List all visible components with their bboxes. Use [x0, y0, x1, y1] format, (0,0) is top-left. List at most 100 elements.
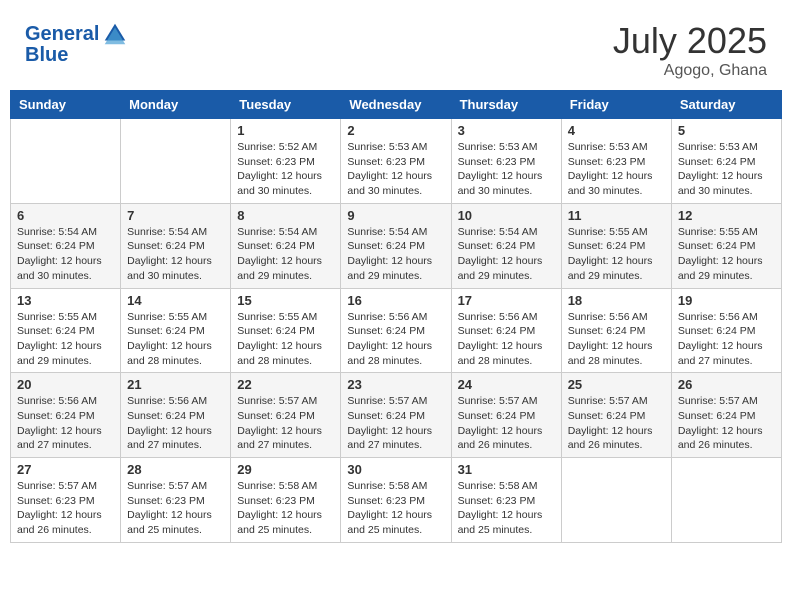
day-number: 28	[127, 462, 224, 477]
day-number: 22	[237, 377, 334, 392]
column-header-friday: Friday	[561, 91, 671, 119]
calendar-cell: 9 Sunrise: 5:54 AM Sunset: 6:24 PM Daylig…	[341, 203, 451, 288]
calendar-cell: 29 Sunrise: 5:58 AM Sunset: 6:23 PM Dayli…	[231, 458, 341, 543]
calendar-cell: 14Sunrise: 5:55 AM Sunset: 6:24 PM Dayli…	[121, 288, 231, 373]
day-number: 19	[678, 293, 775, 308]
day-info: Sunrise: 5:58 AM Sunset: 6:23 PM Dayligh…	[347, 479, 444, 538]
day-number: 10	[458, 208, 555, 223]
calendar-header-row: SundayMondayTuesdayWednesdayThursdayFrid…	[11, 91, 782, 119]
day-info: Sunrise: 5:56 AM Sunset: 6:24 PM Dayligh…	[458, 310, 555, 369]
day-info: Sunrise: 5:53 AM Sunset: 6:23 PM Dayligh…	[568, 140, 665, 199]
calendar-cell: 5 Sunrise: 5:53 AM Sunset: 6:24 PM Daylig…	[671, 119, 781, 204]
day-number: 26	[678, 377, 775, 392]
day-number: 24	[458, 377, 555, 392]
day-info: Sunrise: 5:56 AM Sunset: 6:24 PM Dayligh…	[127, 394, 224, 453]
day-info: Sunrise: 5:57 AM Sunset: 6:24 PM Dayligh…	[458, 394, 555, 453]
column-header-wednesday: Wednesday	[341, 91, 451, 119]
day-info: Sunrise: 5:54 AM Sunset: 6:24 PM Dayligh…	[17, 225, 114, 284]
calendar-cell: 1 Sunrise: 5:52 AM Sunset: 6:23 PM Daylig…	[231, 119, 341, 204]
day-info: Sunrise: 5:56 AM Sunset: 6:24 PM Dayligh…	[568, 310, 665, 369]
column-header-thursday: Thursday	[451, 91, 561, 119]
day-info: Sunrise: 5:55 AM Sunset: 6:24 PM Dayligh…	[237, 310, 334, 369]
day-info: Sunrise: 5:55 AM Sunset: 6:24 PM Dayligh…	[17, 310, 114, 369]
day-info: Sunrise: 5:54 AM Sunset: 6:24 PM Dayligh…	[458, 225, 555, 284]
calendar-cell: 11 Sunrise: 5:55 AM Sunset: 6:24 PM Dayli…	[561, 203, 671, 288]
day-number: 6	[17, 208, 114, 223]
day-number: 23	[347, 377, 444, 392]
day-info: Sunrise: 5:56 AM Sunset: 6:24 PM Dayligh…	[347, 310, 444, 369]
day-number: 20	[17, 377, 114, 392]
day-number: 7	[127, 208, 224, 223]
day-info: Sunrise: 5:53 AM Sunset: 6:24 PM Dayligh…	[678, 140, 775, 199]
column-header-monday: Monday	[121, 91, 231, 119]
day-number: 16	[347, 293, 444, 308]
day-number: 17	[458, 293, 555, 308]
column-header-saturday: Saturday	[671, 91, 781, 119]
day-info: Sunrise: 5:58 AM Sunset: 6:23 PM Dayligh…	[237, 479, 334, 538]
calendar-cell: 25 Sunrise: 5:57 AM Sunset: 6:24 PM Dayli…	[561, 373, 671, 458]
day-number: 12	[678, 208, 775, 223]
day-info: Sunrise: 5:57 AM Sunset: 6:23 PM Dayligh…	[17, 479, 114, 538]
day-number: 2	[347, 123, 444, 138]
day-info: Sunrise: 5:57 AM Sunset: 6:24 PM Dayligh…	[678, 394, 775, 453]
day-info: Sunrise: 5:57 AM Sunset: 6:24 PM Dayligh…	[568, 394, 665, 453]
logo-text: General	[25, 23, 99, 45]
calendar-cell: 13Sunrise: 5:55 AM Sunset: 6:24 PM Dayli…	[11, 288, 121, 373]
calendar-cell: 21 Sunrise: 5:56 AM Sunset: 6:24 PM Dayli…	[121, 373, 231, 458]
calendar-week-2: 6 Sunrise: 5:54 AM Sunset: 6:24 PM Daylig…	[11, 203, 782, 288]
logo: General Blue	[25, 20, 129, 67]
day-info: Sunrise: 5:56 AM Sunset: 6:24 PM Dayligh…	[678, 310, 775, 369]
calendar-cell	[121, 119, 231, 204]
day-info: Sunrise: 5:55 AM Sunset: 6:24 PM Dayligh…	[568, 225, 665, 284]
day-info: Sunrise: 5:57 AM Sunset: 6:24 PM Dayligh…	[347, 394, 444, 453]
title-area: July 2025 Agogo, Ghana	[613, 20, 767, 80]
calendar-cell: 30Sunrise: 5:58 AM Sunset: 6:23 PM Dayli…	[341, 458, 451, 543]
day-info: Sunrise: 5:55 AM Sunset: 6:24 PM Dayligh…	[678, 225, 775, 284]
calendar-cell: 6 Sunrise: 5:54 AM Sunset: 6:24 PM Daylig…	[11, 203, 121, 288]
calendar-cell: 19 Sunrise: 5:56 AM Sunset: 6:24 PM Dayli…	[671, 288, 781, 373]
page-header: General Blue July 2025 Agogo, Ghana	[10, 10, 782, 85]
day-number: 27	[17, 462, 114, 477]
calendar-cell: 28Sunrise: 5:57 AM Sunset: 6:23 PM Dayli…	[121, 458, 231, 543]
calendar-cell: 3Sunrise: 5:53 AM Sunset: 6:23 PM Daylig…	[451, 119, 561, 204]
column-header-sunday: Sunday	[11, 91, 121, 119]
day-number: 9	[347, 208, 444, 223]
day-info: Sunrise: 5:53 AM Sunset: 6:23 PM Dayligh…	[347, 140, 444, 199]
calendar-cell	[11, 119, 121, 204]
day-info: Sunrise: 5:54 AM Sunset: 6:24 PM Dayligh…	[127, 225, 224, 284]
day-info: Sunrise: 5:52 AM Sunset: 6:23 PM Dayligh…	[237, 140, 334, 199]
calendar-cell: 27 Sunrise: 5:57 AM Sunset: 6:23 PM Dayli…	[11, 458, 121, 543]
location: Agogo, Ghana	[613, 62, 767, 80]
day-number: 29	[237, 462, 334, 477]
day-number: 5	[678, 123, 775, 138]
month-title: July 2025	[613, 20, 767, 62]
column-header-tuesday: Tuesday	[231, 91, 341, 119]
logo-icon	[101, 20, 129, 48]
day-info: Sunrise: 5:54 AM Sunset: 6:24 PM Dayligh…	[237, 225, 334, 284]
day-number: 1	[237, 123, 334, 138]
calendar-cell: 16 Sunrise: 5:56 AM Sunset: 6:24 PM Dayli…	[341, 288, 451, 373]
day-number: 15	[237, 293, 334, 308]
calendar-cell: 4 Sunrise: 5:53 AM Sunset: 6:23 PM Daylig…	[561, 119, 671, 204]
calendar-week-3: 13Sunrise: 5:55 AM Sunset: 6:24 PM Dayli…	[11, 288, 782, 373]
calendar-week-4: 20 Sunrise: 5:56 AM Sunset: 6:24 PM Dayli…	[11, 373, 782, 458]
day-number: 21	[127, 377, 224, 392]
calendar-cell: 24 Sunrise: 5:57 AM Sunset: 6:24 PM Dayli…	[451, 373, 561, 458]
calendar-cell: 23 Sunrise: 5:57 AM Sunset: 6:24 PM Dayli…	[341, 373, 451, 458]
day-info: Sunrise: 5:58 AM Sunset: 6:23 PM Dayligh…	[458, 479, 555, 538]
calendar-cell: 22 Sunrise: 5:57 AM Sunset: 6:24 PM Dayli…	[231, 373, 341, 458]
calendar-week-1: 1 Sunrise: 5:52 AM Sunset: 6:23 PM Daylig…	[11, 119, 782, 204]
calendar-cell: 17 Sunrise: 5:56 AM Sunset: 6:24 PM Dayli…	[451, 288, 561, 373]
calendar-week-5: 27 Sunrise: 5:57 AM Sunset: 6:23 PM Dayli…	[11, 458, 782, 543]
day-info: Sunrise: 5:54 AM Sunset: 6:24 PM Dayligh…	[347, 225, 444, 284]
day-number: 18	[568, 293, 665, 308]
calendar-cell: 26 Sunrise: 5:57 AM Sunset: 6:24 PM Dayli…	[671, 373, 781, 458]
day-info: Sunrise: 5:57 AM Sunset: 6:24 PM Dayligh…	[237, 394, 334, 453]
calendar-cell: 12 Sunrise: 5:55 AM Sunset: 6:24 PM Dayli…	[671, 203, 781, 288]
day-number: 25	[568, 377, 665, 392]
calendar-cell	[671, 458, 781, 543]
day-number: 3	[458, 123, 555, 138]
day-number: 4	[568, 123, 665, 138]
calendar-cell: 15 Sunrise: 5:55 AM Sunset: 6:24 PM Dayli…	[231, 288, 341, 373]
day-number: 11	[568, 208, 665, 223]
